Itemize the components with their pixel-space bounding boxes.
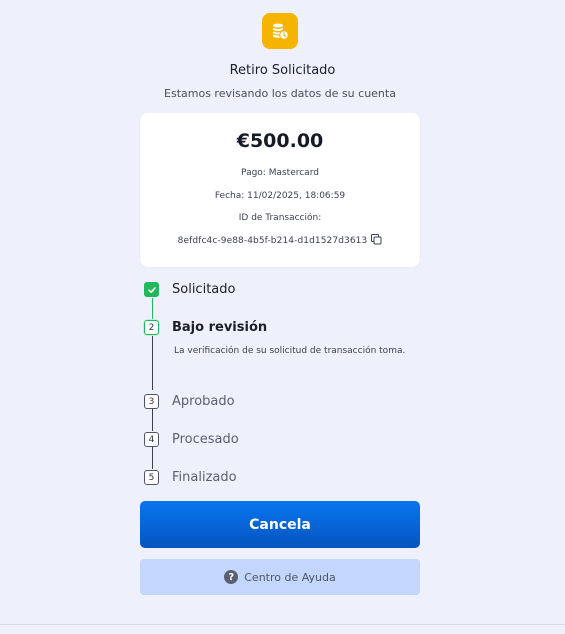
step-1-check-icon bbox=[144, 282, 159, 297]
step-2-description: La verificación de su solicitud de trans… bbox=[174, 346, 406, 356]
divider bbox=[0, 624, 565, 625]
step-connector bbox=[152, 447, 153, 469]
withdrawal-status-screen: Retiro Solicitado Estamos revisando los … bbox=[0, 0, 565, 634]
transaction-amount: €500.00 bbox=[236, 130, 324, 152]
step-4-number: 4 bbox=[144, 432, 159, 447]
step-2-label: Bajo revisión bbox=[172, 320, 268, 335]
help-center-label: Centro de Ayuda bbox=[244, 570, 336, 584]
step-3-label: Aprobado bbox=[172, 394, 235, 409]
step-2-number: 2 bbox=[144, 320, 159, 335]
step-3-number: 3 bbox=[144, 394, 159, 409]
step-1-label: Solicitado bbox=[172, 282, 236, 297]
step-5-number: 5 bbox=[144, 470, 159, 485]
payment-method: Pago: Mastercard bbox=[241, 168, 319, 178]
step-connector bbox=[152, 409, 153, 431]
step-connector-done bbox=[152, 298, 153, 320]
copy-icon[interactable] bbox=[371, 234, 382, 248]
transaction-card: €500.00 Pago: Mastercard Fecha: 11/02/20… bbox=[140, 113, 420, 267]
transaction-date: Fecha: 11/02/2025, 18:06:59 bbox=[214, 191, 346, 201]
progress-steps: Solicitado 2 Bajo revisión La verificaci… bbox=[140, 279, 430, 489]
help-center-button[interactable]: ? Centro de Ayuda bbox=[140, 559, 420, 595]
transaction-id-row: 8efdfc4c-9e88-4b5f-b214-d1d1527d3613 bbox=[140, 234, 420, 248]
page-subtitle: Estamos revisando los datos de su cuenta bbox=[164, 87, 396, 100]
step-connector bbox=[152, 335, 153, 390]
step-5-label: Finalizado bbox=[172, 470, 237, 485]
cancel-button[interactable]: Cancela bbox=[140, 501, 420, 548]
page-title: Retiro Solicitado bbox=[229, 63, 336, 78]
transaction-id-label: ID de Transacción: bbox=[238, 213, 322, 223]
transaction-id-value: 8efdfc4c-9e88-4b5f-b214-d1d1527d3613 bbox=[177, 236, 368, 246]
coins-clock-icon bbox=[262, 13, 298, 49]
question-circle-icon: ? bbox=[224, 570, 239, 584]
step-4-label: Procesado bbox=[172, 432, 239, 447]
